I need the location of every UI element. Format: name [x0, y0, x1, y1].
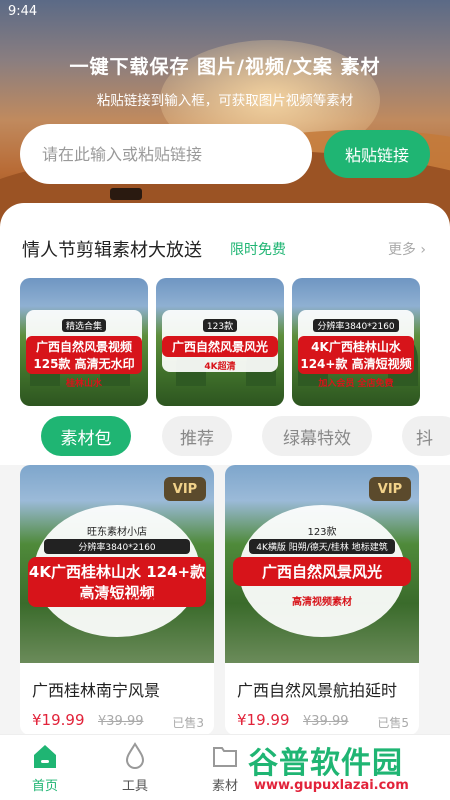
promo-thumb[interactable]: 123款 广西自然风景风光 4K超清 — [156, 278, 284, 406]
folder-icon — [213, 747, 237, 767]
original-price: ¥39.99 — [303, 714, 349, 729]
status-time: 9:44 — [8, 4, 38, 19]
product-name: 广西自然风景航拍延时 — [237, 681, 398, 700]
product-poster: 旺东素材小店 分辨率3840*2160 4K广西桂林山水 124+款 高清短视频… — [28, 505, 206, 637]
nav-tools-label: 工具 — [121, 779, 148, 794]
hero-title: 一键下载保存 图片/视频/文案 素材 — [69, 56, 381, 78]
product-price: ¥19.99 — [237, 711, 290, 729]
thumb-label: 分辨率3840*2160 4K广西桂林山水 124+款 高清短视频 加入会员 全… — [298, 310, 414, 389]
promo-tag: 限时免费 — [230, 242, 286, 258]
nav-home[interactable]: 首页 — [10, 741, 80, 797]
tab-douyin[interactable]: 抖 — [402, 416, 450, 456]
nav-home-label: 首页 — [31, 779, 58, 794]
tab-greenscreen[interactable]: 绿幕特效 — [262, 416, 372, 456]
product-card[interactable]: 旺东素材小店 分辨率3840*2160 4K广西桂林山水 124+款 高清短视频… — [20, 465, 214, 735]
site-watermark: 谷普软件园 www.gupuxlazai.com — [242, 736, 450, 800]
product-card[interactable]: 123款 4K横版 阳朔/德天/桂林 地标建筑 广西自然风景风光 高清视频素材 … — [225, 465, 419, 735]
desert-vehicle — [110, 188, 142, 200]
product-image: 旺东素材小店 分辨率3840*2160 4K广西桂林山水 124+款 高清短视频… — [20, 465, 214, 663]
watermark-url: www.gupuxlazai.com — [254, 778, 409, 793]
category-tabs: 素材包 推荐 绿幕特效 抖 — [0, 416, 450, 460]
sold-count: 已售5 — [377, 716, 409, 730]
original-price: ¥39.99 — [98, 714, 144, 729]
home-icon — [34, 745, 56, 768]
product-name: 广西桂林南宁风景 — [32, 681, 161, 700]
promo-thumb[interactable]: 精选合集 广西自然风景视频 125款 高清无水印 桂林山水 — [20, 278, 148, 406]
promo-title: 情人节剪辑素材大放送 — [22, 240, 202, 261]
promo-panel: 情人节剪辑素材大放送 限时免费 更多 › 精选合集 广西自然风景视频 125款 … — [0, 203, 450, 465]
product-image: 123款 4K横版 阳朔/德天/桂林 地标建筑 广西自然风景风光 高清视频素材 … — [225, 465, 419, 663]
sold-count: 已售3 — [172, 716, 204, 730]
promo-thumb[interactable]: 分辨率3840*2160 4K广西桂林山水 124+款 高清短视频 加入会员 全… — [292, 278, 420, 406]
hero-subtitle: 粘贴链接到输入框，可获取图片视频等素材 — [96, 93, 354, 109]
watermark-title: 谷普软件园 — [248, 746, 403, 781]
thumb-label: 精选合集 广西自然风景视频 125款 高清无水印 桂林山水 — [26, 310, 142, 389]
drop-icon — [125, 742, 145, 769]
tab-recommend[interactable]: 推荐 — [162, 416, 232, 456]
thumb-label: 123款 广西自然风景风光 4K超清 — [162, 310, 278, 372]
product-price: ¥19.99 — [32, 711, 85, 729]
paste-link-button[interactable]: 粘贴链接 — [324, 130, 430, 178]
tab-materials[interactable]: 素材包 — [41, 416, 131, 456]
link-input[interactable] — [20, 124, 312, 184]
product-poster: 123款 4K横版 阳朔/德天/桂林 地标建筑 广西自然风景风光 高清视频素材 — [233, 505, 411, 637]
more-link[interactable]: 更多 › — [388, 239, 426, 259]
nav-tools[interactable]: 工具 — [100, 741, 170, 797]
vip-badge: VIP — [164, 477, 206, 501]
vip-badge: VIP — [369, 477, 411, 501]
